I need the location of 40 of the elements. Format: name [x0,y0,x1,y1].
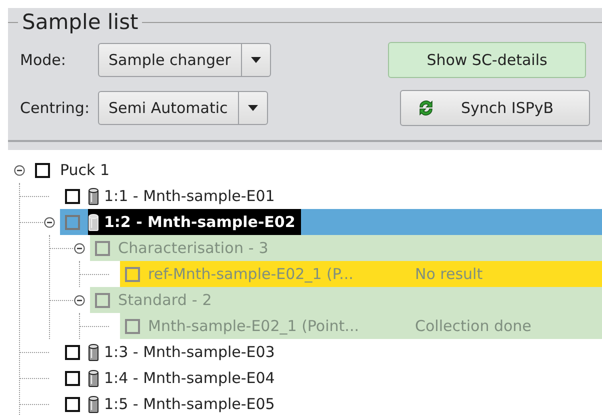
tree-row[interactable]: 1:1 - Mnth-sample-E01 [60,183,602,209]
tree-row[interactable]: 1:4 - Mnth-sample-E04 [60,365,602,391]
vial-icon [88,188,99,204]
caret-icon [250,57,261,63]
field-label: Centring: [20,99,90,117]
collapse-icon[interactable] [44,216,54,228]
item-label: 1:4 - Mnth-sample-E04 [104,368,276,389]
vial-icon [88,214,99,230]
item-label: 1:2 - Mnth-sample-E02 [104,209,302,235]
task-label: ref-Mnth-sample-E02_1 (P... [148,264,354,285]
tree-row[interactable]: 1:2 - Mnth-sample-E02 [60,209,602,235]
checkbox[interactable] [65,214,80,230]
vial-icon [88,370,99,386]
status-text: Collection done [415,316,532,337]
tree-row[interactable]: 1:5 - Mnth-sample-E05 [60,391,602,415]
checkbox[interactable] [65,344,80,360]
dropdown[interactable]: Sample changer [98,43,271,77]
field-label: Mode: [20,51,67,69]
dropdown[interactable]: Semi Automatic [98,91,268,125]
task-label: Mnth-sample-E02_1 (Point... [148,316,360,337]
caret-icon [248,105,258,111]
sync-icon [417,99,435,117]
item-label: Standard - 2 [118,290,213,311]
tree-row[interactable]: Puck 1 [30,157,602,183]
checkbox[interactable] [35,162,50,178]
checkbox[interactable] [65,396,80,412]
status-text: No result [415,264,483,285]
tree-row[interactable]: 1:3 - Mnth-sample-E03 [60,339,602,365]
collapse-icon[interactable] [14,164,24,176]
checkbox[interactable] [65,188,80,204]
item-label: 1:3 - Mnth-sample-E03 [104,342,276,363]
action-button[interactable]: Synch ISPyB [400,90,590,126]
item-label: 1:5 - Mnth-sample-E05 [104,394,276,415]
checkbox[interactable] [65,370,80,386]
action-button[interactable]: Show SC-details [388,42,586,78]
vial-icon [88,344,99,360]
item-label: 1:1 - Mnth-sample-E01 [104,186,276,207]
item-label: Puck 1 [59,160,111,181]
vial-icon [88,396,99,412]
item-label: Characterisation - 3 [118,238,270,259]
